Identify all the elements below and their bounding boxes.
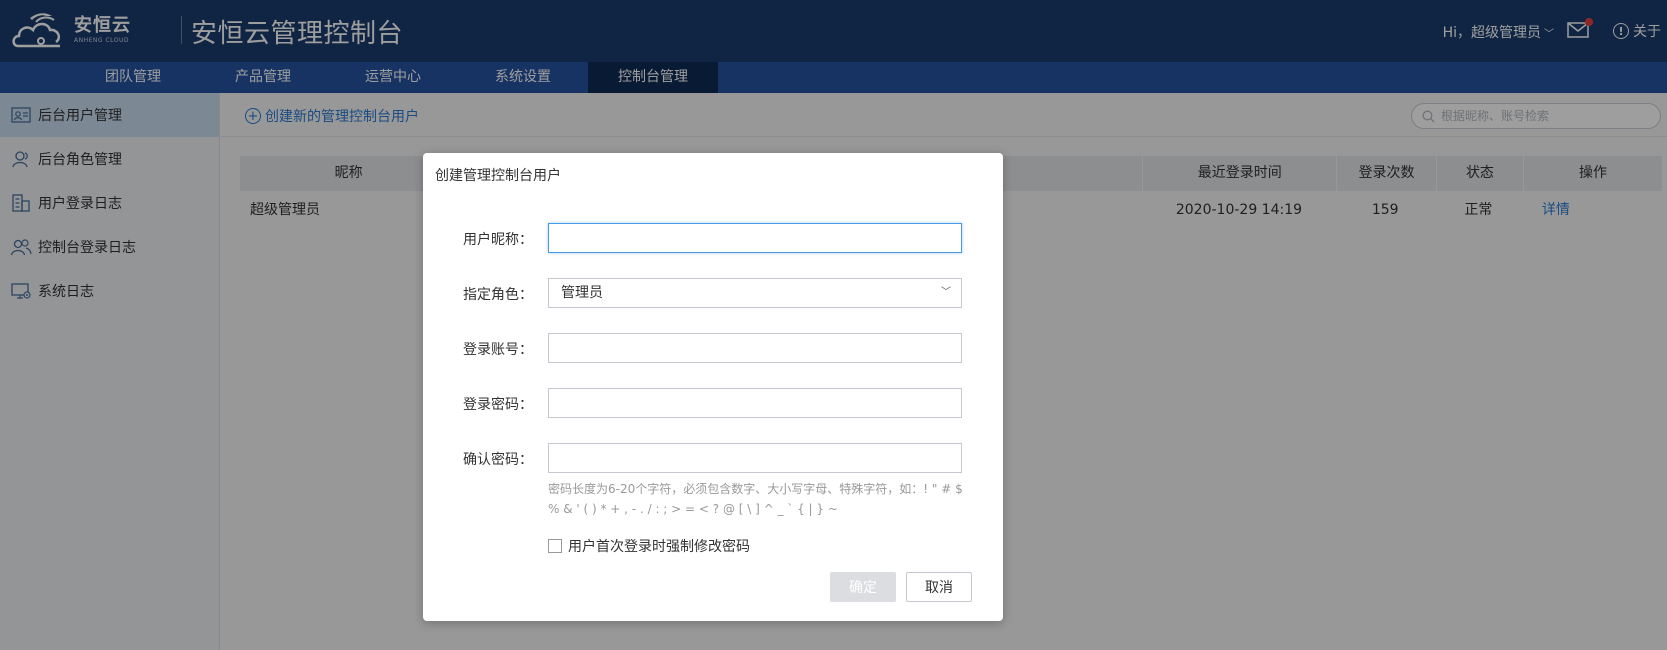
force-change-label: 用户首次登录时强制修改密码 <box>568 539 750 555</box>
confirm-password-input[interactable] <box>548 443 962 473</box>
force-change-checkbox-row[interactable]: 用户首次登录时强制修改密码 <box>548 536 750 556</box>
role-select-value: 管理员 <box>561 285 603 301</box>
nickname-input[interactable] <box>548 223 962 253</box>
nickname-label: 用户昵称： <box>463 232 533 248</box>
confirm-password-label: 确认密码： <box>463 452 533 468</box>
password-hint-line: % & ' ( ) * + , - . / : ; > = < ? @ [ \ … <box>548 502 838 516</box>
cancel-button[interactable]: 取消 <box>906 572 972 602</box>
role-label: 指定角色： <box>463 287 533 303</box>
form-row-nickname: 用户昵称： <box>423 223 1003 253</box>
confirm-button[interactable]: 确定 <box>830 572 896 602</box>
password-input[interactable] <box>548 388 962 418</box>
form-row-account: 登录账号： <box>423 333 1003 363</box>
password-label: 登录密码： <box>463 397 533 413</box>
form-row-role: 指定角色： 管理员 ﹀ <box>423 278 1003 308</box>
form-row-password: 登录密码： <box>423 388 1003 418</box>
force-change-checkbox[interactable] <box>548 539 562 553</box>
account-input[interactable] <box>548 333 962 363</box>
role-select[interactable]: 管理员 ﹀ <box>548 278 962 308</box>
account-label: 登录账号： <box>463 342 533 358</box>
password-hint: 密码长度为6-20个字符，必须包含数字、大小写字母、特殊字符，如：! " # $… <box>548 479 966 519</box>
dialog-title: 创建管理控制台用户 <box>435 168 561 184</box>
form-row-confirm-password: 确认密码： <box>423 443 1003 473</box>
password-hint-line: 密码长度为6-20个字符，必须包含数字、大小写字母、特殊字符，如：! " # $ <box>548 482 963 496</box>
chevron-down-icon: ﹀ <box>941 287 951 298</box>
create-user-dialog: 创建管理控制台用户 用户昵称： 指定角色： 管理员 ﹀ 登录账号： 登录密码： … <box>423 153 1003 621</box>
